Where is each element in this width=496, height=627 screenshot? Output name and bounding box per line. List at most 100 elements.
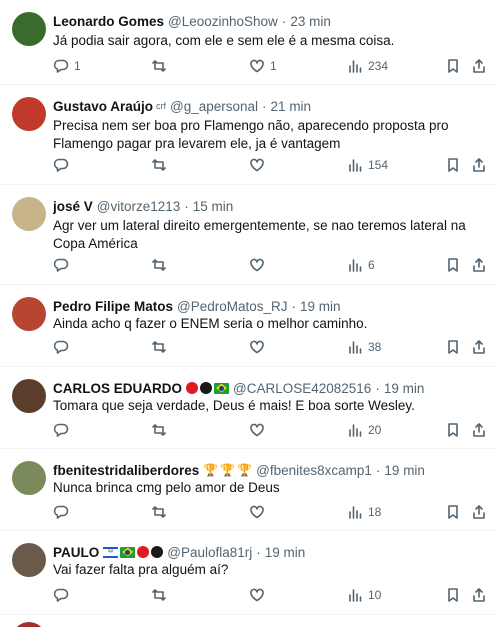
- like-button[interactable]: [249, 157, 270, 173]
- share-button[interactable]: [471, 58, 487, 74]
- timestamp[interactable]: 19 min: [265, 545, 306, 560]
- author-name[interactable]: Pedro Filipe Matos: [53, 299, 173, 314]
- retweet-button[interactable]: [151, 587, 172, 603]
- bookmark-button[interactable]: [445, 157, 461, 173]
- tweet-header: josé V @vitorze1213 · 15 min: [53, 197, 486, 215]
- separator: ·: [375, 380, 380, 396]
- views-button[interactable]: 154: [347, 157, 388, 173]
- bookmark-button[interactable]: [445, 422, 461, 438]
- share-button[interactable]: [471, 504, 487, 520]
- trophy-icon: 🏆: [220, 463, 236, 477]
- reply-button[interactable]: [53, 339, 74, 355]
- share-icon: [473, 158, 485, 172]
- author-handle[interactable]: @PedroMatos_RJ: [177, 299, 288, 314]
- tweet-text: Nunca brinca cmg pelo amor de Deus: [53, 480, 280, 495]
- reply-button[interactable]: [53, 157, 74, 173]
- views-button[interactable]: 18: [347, 504, 381, 520]
- retweet-button[interactable]: [151, 422, 172, 438]
- next-avatar[interactable]: [12, 622, 46, 627]
- bookmark-button[interactable]: [445, 339, 461, 355]
- action-bar: 38: [53, 339, 496, 359]
- avatar[interactable]: [12, 97, 46, 131]
- retweet-icon: [152, 506, 166, 518]
- avatar[interactable]: [12, 379, 46, 413]
- author-handle[interactable]: @CARLOSE42082516: [233, 381, 371, 396]
- share-button[interactable]: [471, 257, 487, 273]
- tweet-header: fbenitestridaliberdores 🏆 🏆 🏆 @fbenites8…: [53, 461, 486, 479]
- tweet[interactable]: Leonardo Gomes @LeoozinhoShow · 23 min J…: [0, 0, 496, 85]
- bookmark-button[interactable]: [445, 587, 461, 603]
- tweet[interactable]: Gustavo Araújo crf @g_apersonal · 21 min…: [0, 85, 496, 185]
- author-handle[interactable]: @vitorze1213: [97, 199, 181, 214]
- author-name[interactable]: Gustavo Araújo: [53, 99, 153, 114]
- avatar[interactable]: [12, 12, 46, 46]
- reply-button[interactable]: [53, 504, 74, 520]
- retweet-icon: [152, 60, 166, 72]
- author-handle[interactable]: @Paulofla81rj: [167, 545, 252, 560]
- share-button[interactable]: [471, 339, 487, 355]
- tweet[interactable]: josé V @vitorze1213 · 15 min Agr ver um …: [0, 185, 496, 285]
- tweet[interactable]: Pedro Filipe Matos @PedroMatos_RJ · 19 m…: [0, 285, 496, 367]
- timestamp[interactable]: 15 min: [193, 199, 234, 214]
- tweet[interactable]: fbenitestridaliberdores 🏆 🏆 🏆 @fbenites8…: [0, 449, 496, 531]
- reply-button[interactable]: 1: [53, 58, 81, 74]
- action-bar: 10: [53, 587, 496, 607]
- retweet-button[interactable]: [151, 339, 172, 355]
- author-handle[interactable]: @fbenites8xcamp1: [256, 463, 372, 478]
- separator: ·: [262, 98, 267, 114]
- author-handle[interactable]: @LeoozinhoShow: [168, 14, 278, 29]
- timestamp[interactable]: 19 min: [384, 463, 425, 478]
- reply-button[interactable]: [53, 257, 74, 273]
- brazil-flag-icon: [120, 546, 136, 558]
- emoji-group: 🏆 🏆 🏆: [203, 463, 252, 477]
- separator: ·: [291, 298, 297, 314]
- timestamp[interactable]: 23 min: [290, 14, 331, 29]
- reply-button[interactable]: [53, 422, 74, 438]
- bookmark-button[interactable]: [445, 257, 461, 273]
- views-button[interactable]: 6: [347, 257, 375, 273]
- timestamp[interactable]: 21 min: [271, 99, 312, 114]
- share-button[interactable]: [471, 157, 487, 173]
- bookmark-button[interactable]: [445, 58, 461, 74]
- views-button[interactable]: 10: [347, 587, 381, 603]
- author-name[interactable]: josé V: [53, 199, 93, 214]
- retweet-button[interactable]: [151, 504, 172, 520]
- timestamp[interactable]: 19 min: [300, 299, 341, 314]
- tweet[interactable]: PAULO @Paulofla81rj · 19 min Vai fazer f…: [0, 531, 496, 615]
- share-button[interactable]: [471, 422, 487, 438]
- author-name[interactable]: CARLOS EDUARDO: [53, 381, 182, 396]
- heart-icon: [250, 505, 264, 519]
- bookmark-icon: [448, 423, 458, 437]
- bookmark-icon: [448, 158, 458, 172]
- bookmark-icon: [448, 258, 458, 272]
- retweet-button[interactable]: [151, 157, 172, 173]
- like-button[interactable]: [249, 257, 270, 273]
- views-icon: [349, 159, 362, 172]
- views-button[interactable]: 38: [347, 339, 381, 355]
- author-name[interactable]: Leonardo Gomes: [53, 14, 164, 29]
- like-button[interactable]: [249, 504, 270, 520]
- like-button[interactable]: [249, 422, 270, 438]
- reply-icon: [53, 258, 69, 272]
- timestamp[interactable]: 19 min: [384, 381, 425, 396]
- share-button[interactable]: [471, 587, 487, 603]
- like-button[interactable]: 1: [249, 58, 277, 74]
- views-button[interactable]: 234: [347, 58, 388, 74]
- tweet-header: Leonardo Gomes @LeoozinhoShow · 23 min: [53, 12, 486, 30]
- avatar[interactable]: [12, 461, 46, 495]
- retweet-button[interactable]: [151, 58, 172, 74]
- like-button[interactable]: [249, 339, 270, 355]
- like-button[interactable]: [249, 587, 270, 603]
- avatar[interactable]: [12, 197, 46, 231]
- author-name[interactable]: fbenitestridaliberdores: [53, 463, 199, 478]
- views-button[interactable]: 20: [347, 422, 381, 438]
- author-name[interactable]: PAULO: [53, 545, 99, 560]
- bookmark-button[interactable]: [445, 504, 461, 520]
- retweet-icon: [152, 424, 166, 436]
- tweet[interactable]: CARLOS EDUARDO @CARLOSE42082516 · 19 min…: [0, 367, 496, 449]
- retweet-button[interactable]: [151, 257, 172, 273]
- avatar[interactable]: [12, 297, 46, 331]
- author-handle[interactable]: @g_apersonal: [170, 99, 258, 114]
- reply-button[interactable]: [53, 587, 74, 603]
- avatar[interactable]: [12, 543, 46, 577]
